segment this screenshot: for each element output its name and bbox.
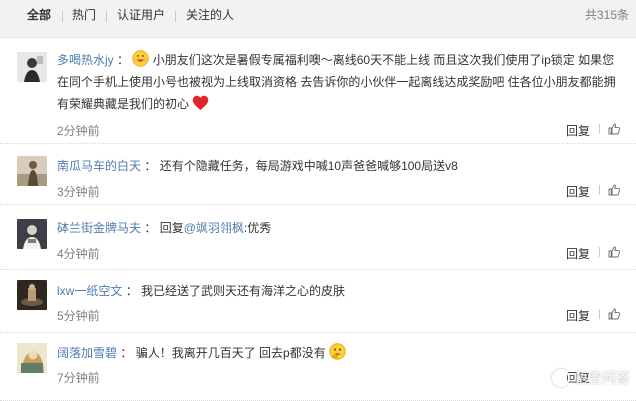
tab-following[interactable]: 关注的人 bbox=[186, 0, 234, 37]
mention-link[interactable]: @飒羽翎枫 bbox=[184, 221, 244, 235]
reply-button[interactable]: 回复 bbox=[566, 122, 590, 139]
thumbs-up-icon[interactable] bbox=[608, 246, 620, 258]
comment-username[interactable]: 多喝热水jy bbox=[57, 53, 114, 67]
watermark-text: 悟空问答 bbox=[574, 370, 630, 386]
comment-item: 阔落加雪碧 ： 骗人！我离开几百天了 回去p都没有 7分钟前 回复 bbox=[0, 332, 636, 401]
comment-item: 砵兰街金牌马夫 ： 回复@飒羽翎枫:优秀 4分钟前 回复 bbox=[0, 205, 636, 270]
comment-timestamp: 7分钟前 bbox=[57, 371, 100, 385]
comment-timestamp: 4分钟前 bbox=[57, 247, 100, 261]
comment-body: 多喝热水jy ： 小朋友们这次是暑假专属福利噢～离线60天不能上线 而且这次我们… bbox=[57, 49, 622, 115]
comment-text: 我已经送了武则天还有海洋之心的皮肤 bbox=[141, 284, 346, 298]
comment-timestamp: 3分钟前 bbox=[57, 185, 100, 199]
action-divider bbox=[599, 185, 600, 195]
reply-button[interactable]: 回复 bbox=[566, 307, 590, 324]
comment-timestamp: 5分钟前 bbox=[57, 309, 100, 323]
comment-item: 多喝热水jy ： 小朋友们这次是暑假专属福利噢～离线60天不能上线 而且这次我们… bbox=[0, 38, 636, 144]
comment-username[interactable]: 阔落加雪碧 bbox=[57, 346, 117, 360]
comment-username[interactable]: 砵兰街金牌马夫 bbox=[57, 221, 141, 235]
comment-body: 南瓜马车的白天 ： 还有个隐藏任务，每局游戏中喊10声爸爸喊够100局送v8 bbox=[57, 159, 458, 173]
tab-divider bbox=[62, 11, 63, 22]
avatar[interactable] bbox=[17, 156, 47, 186]
comment-item: 南瓜马车的白天 ： 还有个隐藏任务，每局游戏中喊10声爸爸喊够100局送v8 3… bbox=[0, 143, 636, 205]
reply-prefix: 回复 bbox=[159, 221, 184, 235]
tab-all[interactable]: 全部 bbox=[27, 0, 51, 37]
thinking-emoji-icon bbox=[329, 343, 346, 360]
comment-username[interactable]: lxw一纸空文 bbox=[57, 284, 122, 298]
reply-button[interactable]: 回复 bbox=[566, 245, 590, 262]
action-divider bbox=[599, 309, 600, 319]
tab-verified-users[interactable]: 认证用户 bbox=[117, 0, 165, 37]
avatar[interactable] bbox=[17, 343, 47, 373]
comment-item: lxw一纸空文 ： 我已经送了武则天还有海洋之心的皮肤 5分钟前 回复 bbox=[0, 269, 636, 333]
comment-text: :优秀 bbox=[243, 221, 272, 235]
comment-text: 还有个隐藏任务，每局游戏中喊10声爸爸喊够100局送v8 bbox=[159, 159, 458, 173]
comment-body: 砵兰街金牌马夫 ： 回复@飒羽翎枫:优秀 bbox=[57, 221, 272, 235]
comment-text: 骗人！我离开几百天了 回去p都没有 bbox=[135, 346, 326, 360]
avatar[interactable] bbox=[17, 52, 47, 82]
wukong-logo-icon bbox=[552, 369, 570, 387]
watermark: 悟空问答 bbox=[552, 368, 630, 388]
comment-username[interactable]: 南瓜马车的白天 bbox=[57, 159, 141, 173]
thumbs-up-icon[interactable] bbox=[608, 308, 620, 320]
tab-divider bbox=[175, 11, 176, 22]
thumbs-up-icon[interactable] bbox=[608, 123, 620, 135]
action-divider bbox=[599, 124, 600, 134]
smile-emoji-icon bbox=[132, 50, 150, 67]
tab-hot[interactable]: 热门 bbox=[72, 0, 96, 37]
action-divider bbox=[599, 247, 600, 257]
comment-filter-bar: 全部 热门 认证用户 关注的人 共315条 bbox=[0, 0, 636, 38]
reply-button[interactable]: 回复 bbox=[566, 183, 590, 200]
avatar[interactable] bbox=[17, 219, 47, 249]
comment-total-count: 共315条 bbox=[584, 8, 629, 22]
comment-body: 阔落加雪碧 ： 骗人！我离开几百天了 回去p都没有 bbox=[57, 342, 622, 364]
comment-body: lxw一纸空文 ： 我已经送了武则天还有海洋之心的皮肤 bbox=[57, 284, 346, 298]
tab-divider bbox=[106, 11, 107, 22]
avatar[interactable] bbox=[17, 280, 47, 310]
comment-timestamp: 2分钟前 bbox=[57, 124, 100, 138]
thumbs-up-icon[interactable] bbox=[608, 184, 620, 196]
red-heart-icon bbox=[193, 95, 209, 110]
